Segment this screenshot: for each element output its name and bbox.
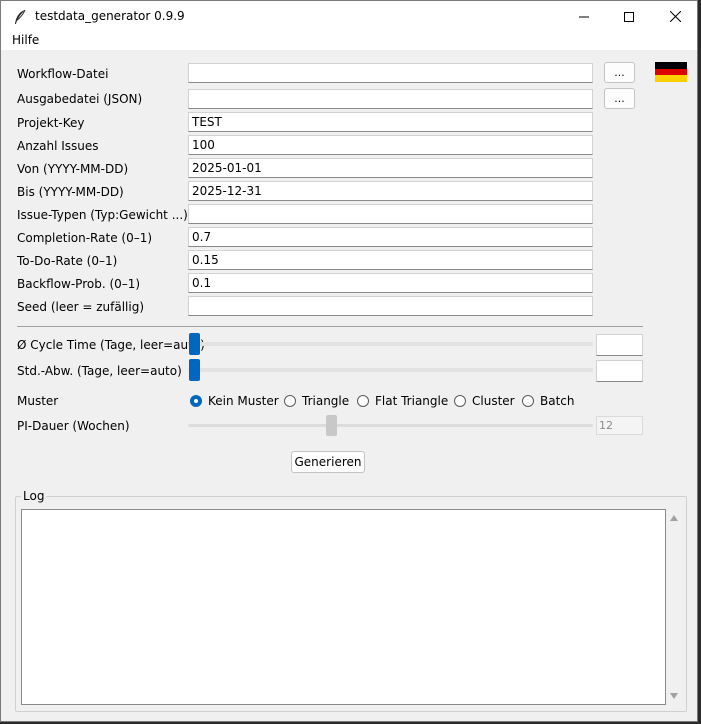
german-flag-icon[interactable] bbox=[655, 62, 687, 82]
generate-button[interactable]: Generieren bbox=[291, 451, 365, 473]
radio-unselected-icon bbox=[284, 395, 296, 407]
scroll-down-icon[interactable] bbox=[670, 693, 678, 699]
output-label: Ausgabedatei (JSON) bbox=[17, 92, 143, 106]
workflow-file-input[interactable] bbox=[188, 63, 593, 83]
std-dev-slider-track[interactable] bbox=[188, 368, 593, 372]
seed-label: Seed (leer = zufällig) bbox=[17, 300, 144, 314]
from-date-input[interactable]: 2025-01-01 bbox=[188, 158, 593, 178]
menu-help[interactable]: Hilfe bbox=[12, 33, 39, 47]
window-title: testdata_generator 0.9.9 bbox=[35, 9, 185, 23]
todo-rate-input[interactable]: 0.15 bbox=[188, 250, 593, 270]
to-date-label: Bis (YYYY-MM-DD) bbox=[17, 185, 124, 199]
output-browse-button[interactable]: ... bbox=[604, 88, 635, 109]
radio-label: Kein Muster bbox=[208, 394, 279, 408]
std-dev-input[interactable] bbox=[596, 360, 643, 382]
seed-input[interactable] bbox=[188, 296, 593, 316]
todo-rate-label: To-Do-Rate (0–1) bbox=[17, 254, 118, 268]
issue-types-label: Issue-Typen (Typ:Gewicht ...) bbox=[17, 208, 188, 222]
log-textarea[interactable] bbox=[21, 509, 666, 705]
app-window: testdata_generator 0.9.9 Hilfe Workflow-… bbox=[0, 0, 698, 722]
output-file-input[interactable] bbox=[188, 89, 593, 109]
issue-count-input[interactable]: 100 bbox=[188, 135, 593, 155]
std-dev-label: Std.-Abw. (Tage, leer=auto) bbox=[17, 364, 182, 378]
pattern-label: Muster bbox=[17, 394, 59, 408]
completion-rate-input[interactable]: 0.7 bbox=[188, 227, 593, 247]
issue-count-label: Anzahl Issues bbox=[17, 139, 99, 153]
pi-duration-label: PI-Dauer (Wochen) bbox=[17, 419, 130, 433]
cycle-time-input[interactable] bbox=[596, 334, 643, 356]
pi-duration-input: 12 bbox=[596, 416, 643, 435]
project-key-label: Projekt-Key bbox=[17, 116, 85, 130]
radio-batch[interactable]: Batch bbox=[522, 393, 575, 409]
radio-kein-muster[interactable]: Kein Muster bbox=[190, 393, 279, 409]
radio-unselected-icon bbox=[454, 395, 466, 407]
title-bar: testdata_generator 0.9.9 bbox=[1, 1, 697, 32]
to-date-input[interactable]: 2025-12-31 bbox=[188, 181, 593, 201]
separator bbox=[17, 326, 643, 327]
radio-label: Batch bbox=[540, 394, 575, 408]
pi-duration-slider-thumb bbox=[326, 415, 337, 436]
maximize-button[interactable] bbox=[606, 1, 652, 32]
minimize-icon bbox=[579, 16, 589, 17]
radio-selected-icon bbox=[190, 395, 202, 407]
maximize-icon bbox=[624, 11, 634, 22]
log-scrollbar[interactable] bbox=[666, 509, 682, 705]
issue-types-input[interactable] bbox=[188, 204, 593, 224]
minimize-button[interactable] bbox=[561, 1, 607, 32]
menu-bar: Hilfe bbox=[1, 32, 697, 50]
close-button[interactable] bbox=[652, 1, 697, 32]
std-dev-slider-thumb[interactable] bbox=[189, 359, 200, 381]
radio-label: Triangle bbox=[302, 394, 350, 408]
radio-flat-triangle[interactable]: Flat Triangle bbox=[357, 393, 448, 409]
close-icon bbox=[669, 11, 681, 22]
workflow-browse-button[interactable]: ... bbox=[604, 62, 635, 83]
cycle-time-slider-track[interactable] bbox=[188, 342, 593, 346]
radio-label: Cluster bbox=[472, 394, 515, 408]
completion-rate-label: Completion-Rate (0–1) bbox=[17, 231, 153, 245]
workflow-label: Workflow-Datei bbox=[17, 67, 109, 81]
radio-triangle[interactable]: Triangle bbox=[284, 393, 349, 409]
cycle-time-label: Ø Cycle Time (Tage, leer=auto) bbox=[17, 338, 205, 352]
radio-unselected-icon bbox=[357, 395, 369, 407]
project-key-input[interactable]: TEST bbox=[188, 112, 593, 132]
radio-label: Flat Triangle bbox=[375, 394, 449, 408]
cycle-time-slider-thumb[interactable] bbox=[189, 333, 200, 355]
backflow-prob-input[interactable]: 0.1 bbox=[188, 273, 593, 293]
backflow-prob-label: Backflow-Prob. (0–1) bbox=[17, 277, 141, 291]
from-date-label: Von (YYYY-MM-DD) bbox=[17, 162, 129, 176]
feather-icon bbox=[13, 9, 27, 25]
log-title: Log bbox=[21, 489, 47, 503]
radio-cluster[interactable]: Cluster bbox=[454, 393, 515, 409]
pi-duration-slider-track bbox=[188, 424, 593, 427]
scroll-up-icon[interactable] bbox=[670, 515, 678, 521]
radio-unselected-icon bbox=[522, 395, 534, 407]
